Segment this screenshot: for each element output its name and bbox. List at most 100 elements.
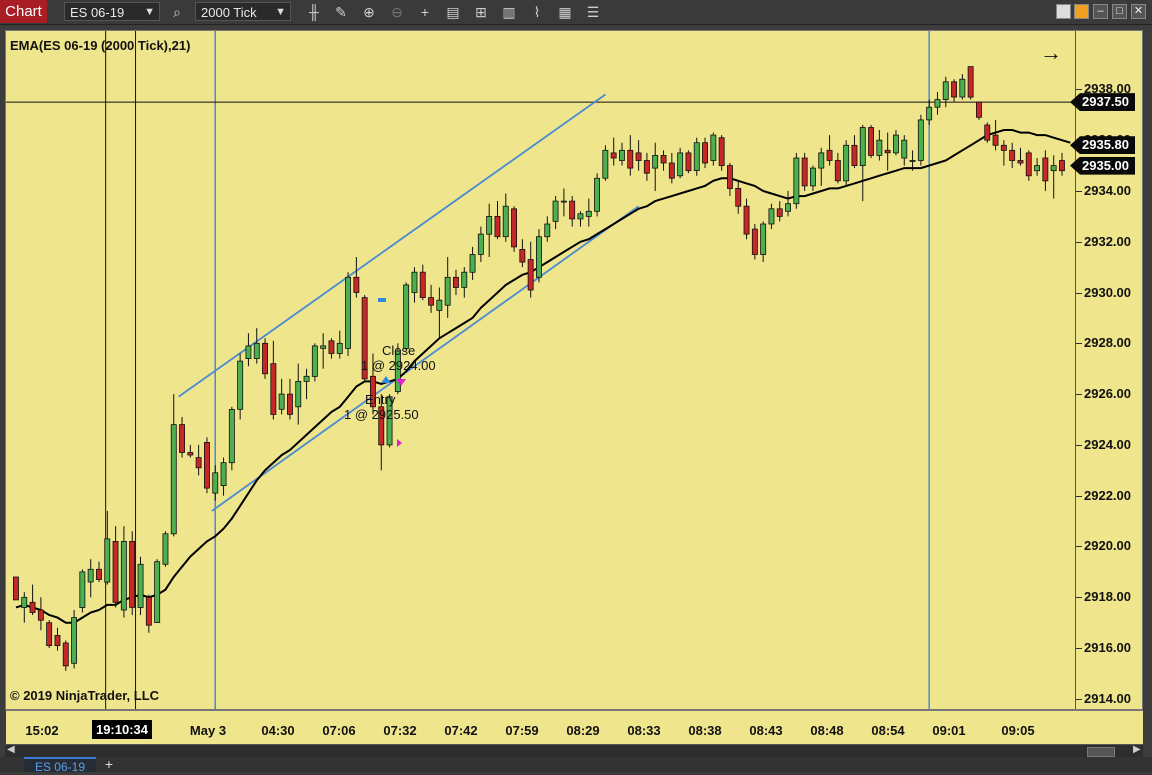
time-label: 07:42 bbox=[444, 723, 478, 738]
time-label: 08:54 bbox=[871, 723, 905, 738]
candle-body bbox=[826, 149, 833, 161]
candle-body bbox=[577, 213, 584, 220]
price-tick bbox=[1076, 190, 1082, 192]
maximize-button[interactable]: □ bbox=[1112, 4, 1127, 19]
candle-body bbox=[403, 284, 410, 349]
candle-body bbox=[295, 380, 302, 408]
entry-annotation-label: Entry bbox=[365, 392, 396, 407]
candle-body bbox=[494, 215, 501, 238]
candle-body bbox=[1000, 144, 1007, 151]
indicators-icon[interactable]: ▥ bbox=[500, 3, 518, 21]
candle-body bbox=[29, 601, 36, 613]
candle-body bbox=[21, 596, 28, 608]
time-label: 04:30 bbox=[261, 723, 295, 738]
candle-body bbox=[120, 540, 127, 611]
candle-body bbox=[702, 142, 708, 164]
chevron-down-icon: ▼ bbox=[144, 6, 155, 18]
link-icon[interactable] bbox=[1074, 4, 1089, 19]
snap-icon[interactable] bbox=[1056, 4, 1071, 19]
candle-body bbox=[145, 596, 152, 626]
candle-body bbox=[934, 99, 941, 108]
candle-body bbox=[868, 127, 874, 156]
bar-type-icon[interactable]: ╫ bbox=[305, 3, 323, 21]
price-tick bbox=[1076, 394, 1082, 396]
candle-body bbox=[818, 152, 825, 169]
candle-body bbox=[461, 271, 468, 288]
cursor-time-label: 19:10:34 bbox=[91, 720, 153, 739]
horizontal-scrollbar[interactable]: ◀ ▶ bbox=[5, 744, 1143, 757]
strategies-icon[interactable]: ⊞ bbox=[472, 3, 490, 21]
price-label: 2926.00 bbox=[1084, 386, 1131, 402]
candle-body bbox=[851, 144, 858, 167]
chart-toolbar: Chart ES 06-19 ▼ ⌕ 2000 Tick ▼ ╫ ✎ ⊕ ⊖ +… bbox=[0, 0, 1152, 25]
list-icon[interactable]: ☰ bbox=[584, 3, 602, 21]
candle-body bbox=[1009, 149, 1016, 161]
candle-body bbox=[893, 134, 899, 154]
candle-body bbox=[1050, 165, 1057, 172]
candle-body bbox=[743, 205, 750, 235]
zoom-in-icon[interactable]: ⊕ bbox=[360, 3, 378, 21]
price-label: 2932.00 bbox=[1084, 233, 1131, 249]
candle-body bbox=[560, 200, 567, 203]
price-plot[interactable] bbox=[6, 31, 1074, 709]
candle-body bbox=[810, 167, 816, 187]
price-label: 2934.00 bbox=[1084, 182, 1131, 198]
candle-body bbox=[162, 533, 169, 565]
candle-body bbox=[594, 177, 600, 212]
candle-body bbox=[751, 228, 758, 255]
search-icon[interactable]: ⌕ bbox=[168, 3, 186, 21]
exit-marker-icon bbox=[397, 439, 402, 447]
candle-body bbox=[610, 152, 617, 159]
entry-annotation-price: 1 @ 2925.50 bbox=[344, 407, 419, 422]
time-label: 15:02 bbox=[25, 723, 59, 738]
candle-body bbox=[951, 81, 957, 98]
candle-body bbox=[336, 342, 343, 354]
candle-body bbox=[627, 149, 634, 169]
price-marker: 2935.00 bbox=[1070, 156, 1135, 175]
price-label: 2922.00 bbox=[1084, 487, 1131, 503]
candle-body bbox=[137, 563, 144, 608]
crosshair-icon[interactable]: + bbox=[416, 3, 434, 21]
candle-body bbox=[735, 187, 742, 207]
time-label: 08:38 bbox=[688, 723, 722, 738]
candle-body bbox=[179, 424, 185, 453]
candle-body bbox=[619, 149, 625, 161]
pencil-icon[interactable]: ✎ bbox=[332, 3, 350, 21]
scroll-thumb[interactable] bbox=[1087, 747, 1115, 757]
candle-body bbox=[834, 160, 841, 182]
chart-title-tab[interactable]: Chart bbox=[0, 0, 47, 23]
properties-icon[interactable]: ▤ bbox=[444, 3, 462, 21]
candle-body bbox=[411, 271, 418, 293]
tab-es-06-19[interactable]: ES 06-19 bbox=[24, 757, 96, 774]
add-tab-button[interactable]: + bbox=[100, 757, 118, 772]
interval-selector[interactable]: 2000 Tick ▼ bbox=[195, 2, 291, 21]
price-axis[interactable]: 2938.002936.002934.002932.002930.002928.… bbox=[1070, 31, 1144, 709]
price-tick bbox=[1076, 241, 1082, 243]
price-tick bbox=[1076, 343, 1082, 345]
arrow-right-icon[interactable]: → bbox=[1040, 40, 1062, 66]
ema-line bbox=[15, 129, 1071, 624]
time-axis[interactable]: 15:02 19:10:34 May 3 04:30 07:06 07:32 07:42 07… bbox=[6, 710, 1143, 745]
instrument-selector[interactable]: ES 06-19 ▼ bbox=[64, 2, 160, 21]
candle-body bbox=[544, 223, 551, 238]
candle-body bbox=[87, 568, 94, 583]
scroll-left-icon[interactable]: ◀ bbox=[7, 744, 15, 755]
candle-body bbox=[228, 408, 235, 464]
candle-body bbox=[62, 642, 69, 667]
close-button[interactable]: ✕ bbox=[1131, 4, 1146, 19]
candle-body bbox=[552, 200, 559, 222]
candle-body bbox=[1059, 160, 1065, 172]
time-label: May 3 bbox=[189, 723, 227, 738]
candle-body bbox=[942, 81, 949, 100]
templates-icon[interactable]: ▦ bbox=[556, 3, 574, 21]
price-label: 2920.00 bbox=[1084, 538, 1131, 554]
candle-body bbox=[685, 152, 692, 172]
scroll-right-icon[interactable]: ▶ bbox=[1133, 744, 1141, 755]
time-label: 09:01 bbox=[932, 723, 966, 738]
chart-trader-icon[interactable]: ⌇ bbox=[528, 3, 546, 21]
candle-body bbox=[428, 297, 434, 306]
zoom-out-icon[interactable]: ⊖ bbox=[388, 3, 406, 21]
minimize-button[interactable]: – bbox=[1093, 4, 1108, 19]
candle-body bbox=[419, 271, 426, 298]
price-tick bbox=[1076, 292, 1082, 294]
